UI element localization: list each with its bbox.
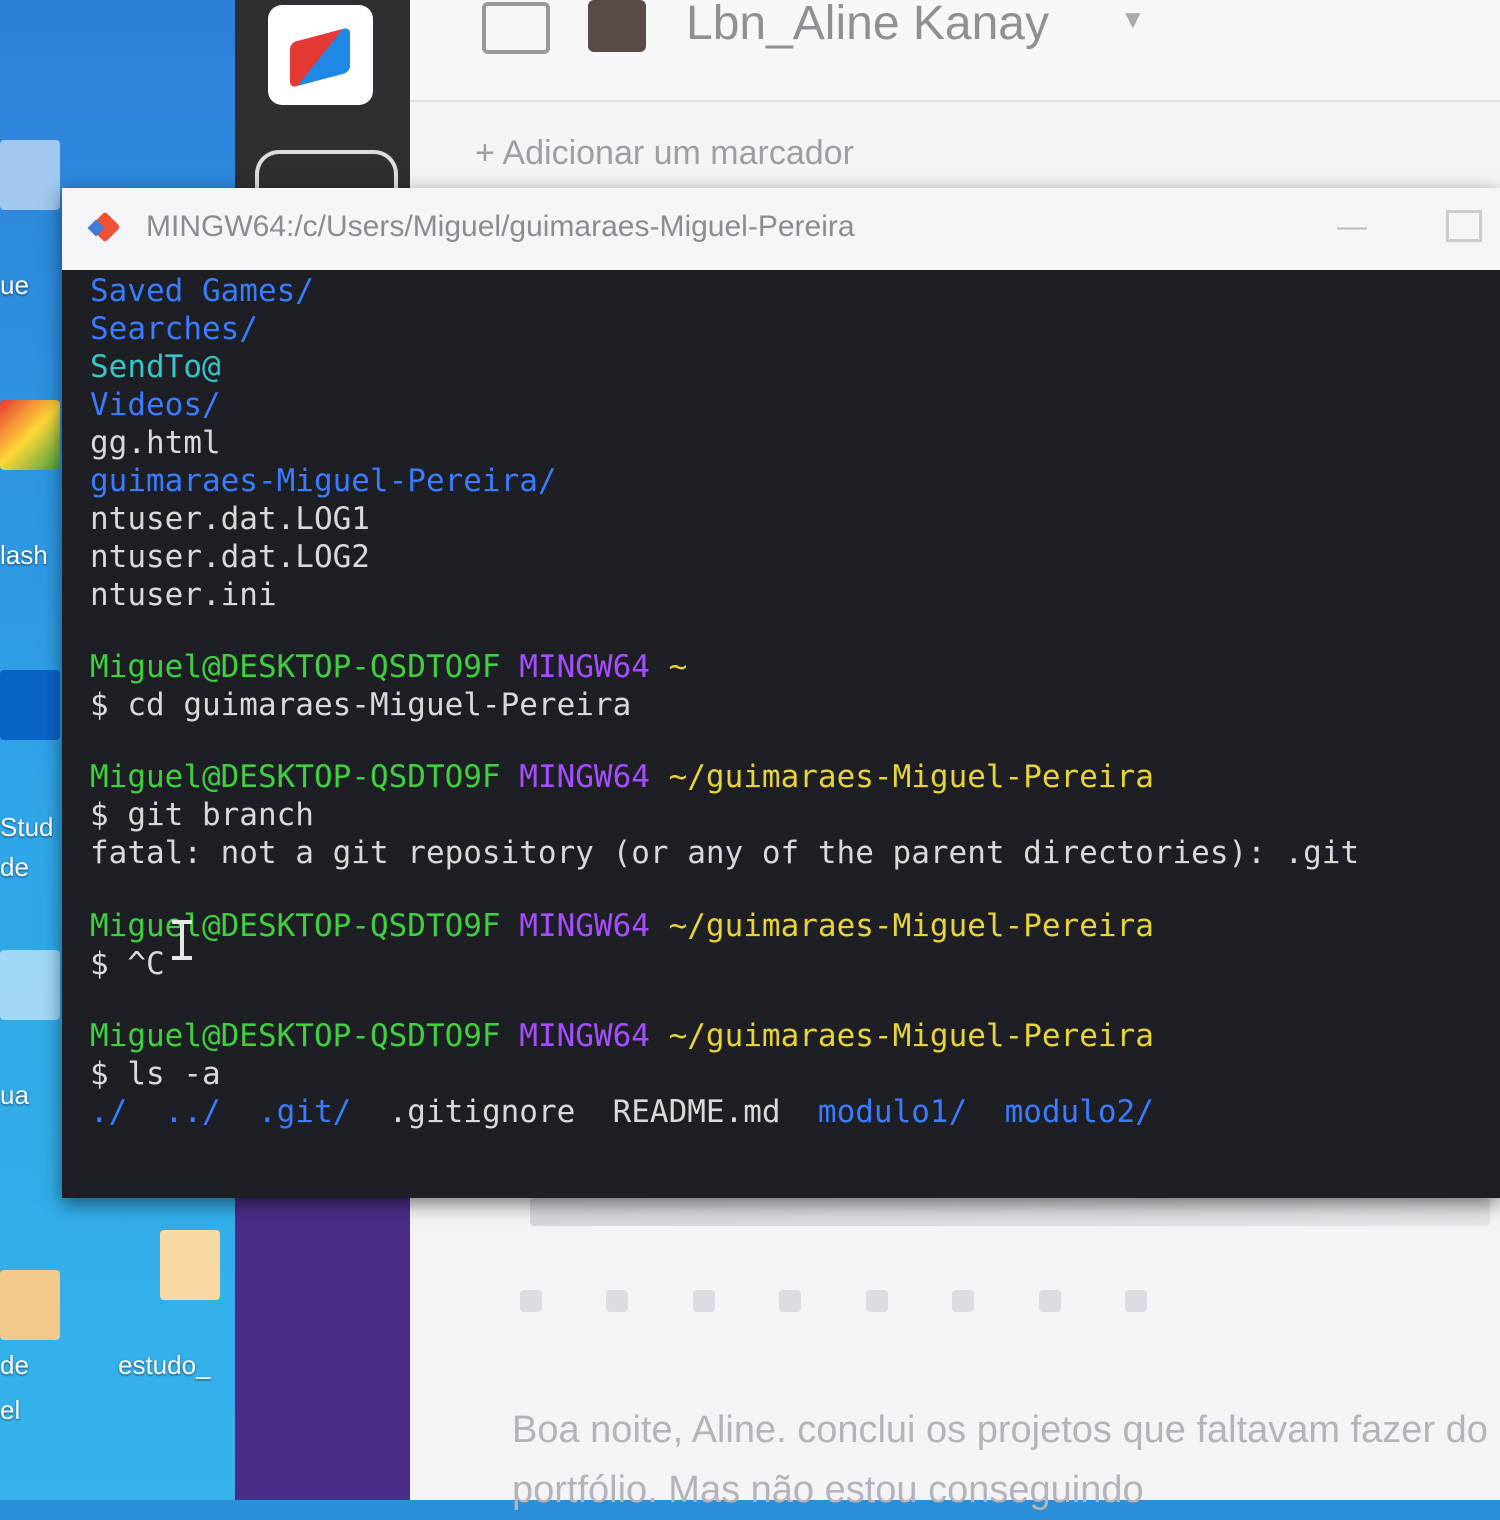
file-entry: ntuser.dat.LOG1 [90, 501, 370, 537]
desktop-label: Stud [0, 812, 54, 842]
prompt-line: Miguel@DESKTOP-QSDTO9F MINGW64 ~ [90, 648, 687, 686]
prompt-shell: MINGW64 [519, 1017, 650, 1054]
file-entry: Searches/ [90, 311, 258, 347]
file-entry: Saved Games/ [90, 273, 314, 309]
command-text: $ ls -a [90, 1055, 221, 1092]
command-line: $ ^C [90, 945, 165, 983]
command-text: $ cd guimaraes-Miguel-Pereira [90, 687, 632, 724]
desktop-label: ua [0, 1080, 29, 1110]
desktop-label: ue [0, 270, 29, 300]
prompt-user: Miguel@DESKTOP-QSDTO9F [90, 907, 501, 944]
command-line: $ ls -a [90, 1055, 221, 1093]
desktop-label: de [0, 852, 29, 882]
listing-line: Videos/ [90, 386, 221, 424]
output-line: fatal: not a git repository (or any of t… [90, 834, 1359, 872]
git-bash-icon[interactable] [0, 400, 60, 470]
link-icon[interactable] [779, 1290, 802, 1312]
app-icon[interactable] [268, 5, 373, 105]
prompt-line: Miguel@DESKTOP-QSDTO9F MINGW64 ~/guimara… [90, 1017, 1154, 1055]
message-input[interactable]: Boa noite, Aline. conclui os projetos qu… [512, 1400, 1492, 1520]
prompt-shell: MINGW64 [519, 649, 650, 686]
terminal-window[interactable]: MINGW64:/c/Users/Miguel/guimaraes-Miguel… [62, 188, 1500, 1198]
file-icon[interactable] [0, 950, 60, 1020]
listing-line: ntuser.ini [90, 576, 277, 614]
file-entry: guimaraes-Miguel-Pereira/ [90, 463, 557, 499]
vscode-icon[interactable] [0, 670, 60, 740]
quote-icon[interactable] [952, 1290, 975, 1312]
previous-message [530, 1198, 1490, 1226]
git-icon [88, 210, 122, 244]
prompt-user: Miguel@DESKTOP-QSDTO9F [90, 759, 501, 796]
prompt-line: Miguel@DESKTOP-QSDTO9F MINGW64 ~/guimara… [90, 758, 1154, 796]
prompt-shell: MINGW64 [519, 759, 650, 796]
strike-icon[interactable] [692, 1290, 715, 1312]
listing-line: ntuser.dat.LOG1 [90, 500, 370, 538]
desktop-label: estudo_ [118, 1350, 211, 1380]
file-icon[interactable] [0, 140, 60, 210]
format-toolbar [520, 1290, 1320, 1330]
chat-title[interactable]: Lbn_Aline Kanay [686, 0, 1049, 51]
file-entry: SendTo@ [90, 349, 221, 385]
code-block-icon[interactable] [1125, 1290, 1148, 1312]
minimize-button[interactable]: — [1332, 210, 1372, 243]
prompt-line: Miguel@DESKTOP-QSDTO9F MINGW64 ~/guimara… [90, 907, 1154, 945]
file-entry: gg.html [90, 425, 221, 461]
command-text: $ git branch [90, 797, 314, 834]
listing-line: SendTo@ [90, 348, 221, 386]
file-entry: ntuser.dat.LOG2 [90, 539, 370, 575]
terminal-titlebar[interactable]: MINGW64:/c/Users/Miguel/guimaraes-Miguel… [62, 188, 1500, 270]
text-cursor-icon [172, 920, 192, 960]
sidebar-toggle-icon[interactable] [482, 2, 550, 54]
prompt-shell: MINGW64 [519, 907, 650, 944]
add-marker-button[interactable]: + Adicionar um marcador [475, 134, 854, 173]
desktop-label: el [0, 1395, 21, 1425]
file-entry: README.md [612, 1093, 781, 1130]
prompt-path: ~/guimaraes-Miguel-Pereira [668, 1017, 1154, 1054]
desktop-label: lash [0, 540, 48, 570]
sidebar-strip [235, 1195, 410, 1500]
prompt-path: ~/guimaraes-Miguel-Pereira [668, 907, 1154, 944]
listing-line: ntuser.dat.LOG2 [90, 538, 370, 576]
prompt-path: ~/guimaraes-Miguel-Pereira [668, 759, 1154, 796]
command-text: $ ^C [90, 945, 165, 982]
folder-icon[interactable] [160, 1230, 220, 1300]
file-entry: .git/ [257, 1093, 352, 1130]
terminal-title: MINGW64:/c/Users/Miguel/guimaraes-Miguel… [146, 210, 855, 243]
maximize-button[interactable] [1446, 210, 1482, 242]
folder-icon[interactable] [0, 1270, 60, 1340]
file-entry: .gitignore [388, 1093, 576, 1130]
italic-icon[interactable] [606, 1290, 629, 1312]
prompt-user: Miguel@DESKTOP-QSDTO9F [90, 649, 501, 686]
listing-line: guimaraes-Miguel-Pereira/ [90, 462, 557, 500]
bold-icon[interactable] [520, 1290, 542, 1312]
file-entry: ./ [90, 1093, 128, 1130]
terminal-output[interactable]: Saved Games/Searches/SendTo@ Videos/gg.ht… [72, 270, 1492, 1190]
list-icon[interactable] [865, 1290, 888, 1312]
file-entry: modulo1/ [817, 1093, 968, 1130]
desktop-label: de [0, 1350, 29, 1380]
file-entry: ntuser.ini [90, 577, 277, 613]
command-line: $ cd guimaraes-Miguel-Pereira [90, 686, 631, 724]
prompt-user: Miguel@DESKTOP-QSDTO9F [90, 1017, 501, 1054]
file-entry: ../ [164, 1093, 221, 1130]
prompt-path: ~ [668, 649, 688, 686]
chevron-down-icon[interactable]: ▼ [1120, 4, 1146, 35]
avatar[interactable] [588, 0, 646, 52]
file-entry: Videos/ [90, 387, 221, 423]
listing-line: gg.html [90, 424, 221, 462]
code-icon[interactable] [1038, 1290, 1061, 1312]
file-entry: modulo2/ [1004, 1093, 1154, 1130]
command-output: fatal: not a git repository (or any of t… [90, 835, 1360, 872]
listing-line: Searches/ [90, 310, 258, 348]
command-line: $ git branch [90, 796, 314, 834]
ls-output-line: ./ ../ .git/ .gitignore README.md modulo… [90, 1093, 1154, 1131]
listing-line: Saved Games/ [90, 272, 314, 310]
